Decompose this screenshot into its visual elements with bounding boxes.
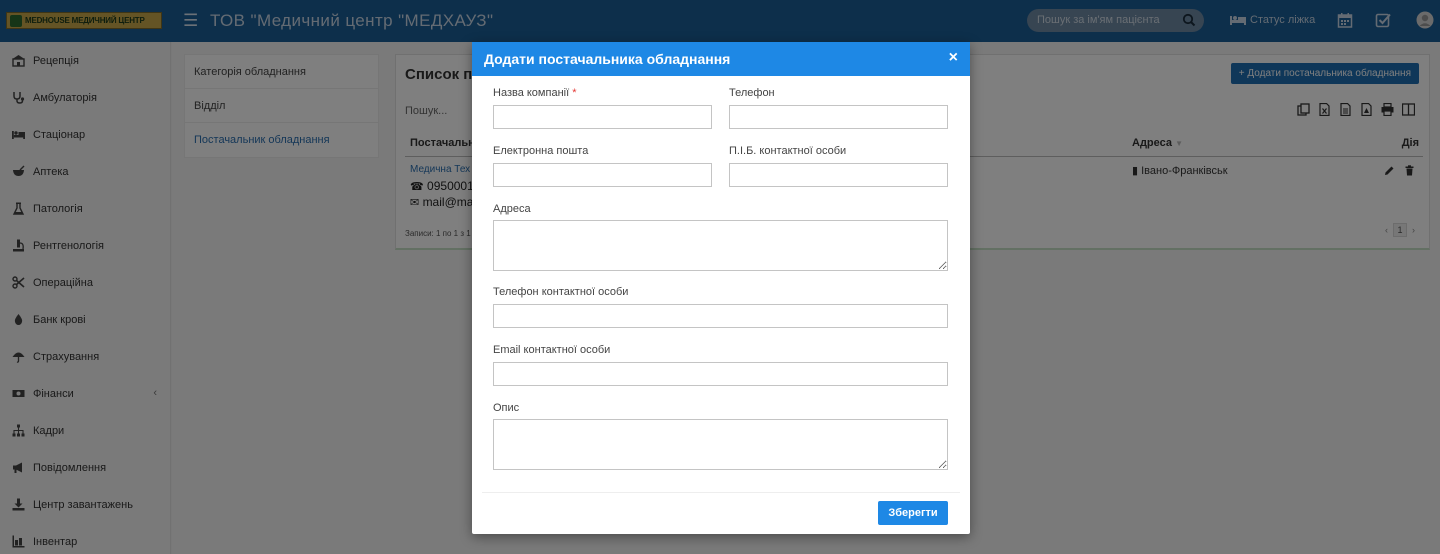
- required-mark: *: [572, 87, 577, 99]
- add-supplier-modal: Додати постачальника обладнання × Назва …: [472, 42, 970, 534]
- description-label: Опис: [493, 402, 520, 414]
- modal-title: Додати постачальника обладнання: [484, 51, 731, 67]
- contact-email-input[interactable]: [493, 362, 948, 386]
- modal-header: Додати постачальника обладнання ×: [472, 42, 970, 76]
- contact-phone-label: Телефон контактної особи: [493, 286, 629, 298]
- contact-email-label: Email контактної особи: [493, 344, 611, 356]
- phone-input[interactable]: [729, 105, 948, 129]
- address-textarea[interactable]: [493, 220, 948, 271]
- contact-phone-input[interactable]: [493, 304, 948, 328]
- phone-label: Телефон: [729, 87, 775, 99]
- modal-footer-divider: [482, 492, 960, 493]
- email-input[interactable]: [493, 163, 712, 187]
- address-label: Адреса: [493, 203, 531, 215]
- company-name-input[interactable]: [493, 105, 712, 129]
- description-textarea[interactable]: [493, 419, 948, 470]
- contact-person-label: П.І.Б. контактної особи: [729, 145, 847, 157]
- save-button[interactable]: Зберегти: [878, 501, 948, 525]
- company-name-label-text: Назва компанії: [493, 87, 570, 99]
- email-label: Електронна пошта: [493, 145, 589, 157]
- close-icon[interactable]: ×: [949, 49, 958, 67]
- company-name-label: Назва компанії *: [493, 87, 576, 99]
- contact-person-input[interactable]: [729, 163, 948, 187]
